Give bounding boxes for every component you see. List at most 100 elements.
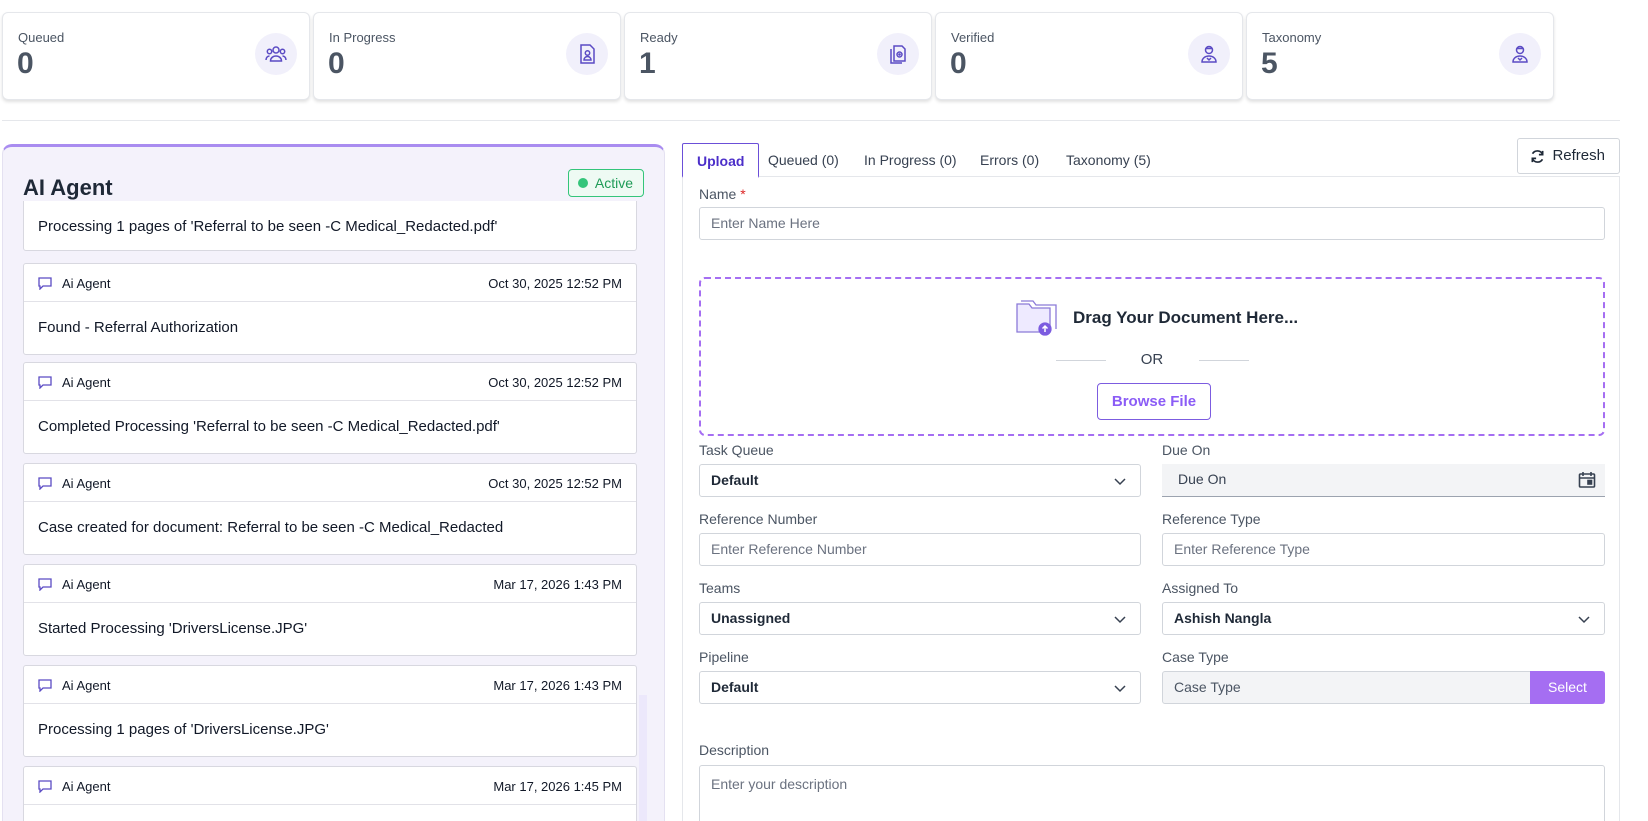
chat-icon [38,277,52,290]
reference-type-input[interactable]: Enter Reference Type [1162,533,1605,566]
or-divider-right [1199,360,1249,361]
assigned-to-label: Assigned To [1162,580,1239,596]
stat-label: In Progress [329,30,396,45]
stat-card-in-progress[interactable]: In Progress 0 [313,12,621,100]
log-author: Ai Agent [62,276,111,291]
stat-value: 0 [17,47,34,80]
refresh-label: Refresh [1552,147,1605,164]
log-author: Ai Agent [62,577,111,592]
log-message: Processing 1 pages of 'DriversLicense.JP… [38,721,329,738]
status-dot-icon [577,178,588,188]
due-on-label: Due On [1162,442,1211,458]
case-type-input[interactable]: Case Type [1162,671,1531,704]
log-timestamp: Mar 17, 2026 1:43 PM [493,678,622,693]
tab-upload[interactable]: Upload [682,143,760,178]
log-timestamp: Mar 17, 2026 1:43 PM [493,577,622,592]
reference-type-label: Reference Type [1162,511,1261,527]
doctor-icon [1188,33,1230,75]
list-item: Ai Agent Mar 17, 2026 1:43 PM Processing… [23,665,637,757]
log-message: Found - Referral Authorization [38,319,239,336]
pipeline-label: Pipeline [699,649,749,665]
stat-value: 5 [1261,47,1278,80]
stat-card-verified[interactable]: Verified 0 [935,12,1243,100]
or-text: OR [1140,351,1164,368]
log-timestamp: Oct 30, 2025 12:52 PM [488,476,622,491]
tab-taxonomy[interactable]: Taxonomy (5) [1066,143,1151,177]
stat-value: 0 [328,47,345,80]
tab-errors[interactable]: Errors (0) [980,143,1039,177]
task-queue-label: Task Queue [699,442,774,458]
assigned-to-select[interactable]: Ashish Nangla [1162,602,1605,635]
chat-icon [38,477,52,490]
refresh-button[interactable]: Refresh [1517,138,1620,174]
list-item: Ai Agent Oct 30, 2025 12:52 PM Case crea… [23,463,637,555]
stat-card-ready[interactable]: Ready 1 [624,12,932,100]
document-user-icon [566,33,608,75]
chevron-down-icon [1114,685,1126,693]
ai-agent-panel: AI Agent Active Processing 1 pages of 'R… [2,144,665,821]
stat-label: Ready [640,30,678,45]
teams-label: Teams [699,580,741,596]
upload-form: Name * Enter Name Here Drag Your Documen… [682,176,1620,821]
status-badge: Active [567,169,644,197]
name-input[interactable]: Enter Name Here [699,207,1605,240]
stat-card-taxonomy[interactable]: Taxonomy 5 [1246,12,1554,100]
log-author: Ai Agent [62,779,111,794]
calendar-icon[interactable] [1577,470,1597,490]
log-timestamp: Oct 30, 2025 12:52 PM [488,276,622,291]
document-dropzone[interactable]: Drag Your Document Here... OR Browse Fil… [699,277,1605,436]
chat-icon [38,578,52,591]
log-author: Ai Agent [62,476,111,491]
scrollbar[interactable] [639,695,647,821]
description-textarea[interactable]: Enter your description [699,765,1605,821]
stat-card-queued[interactable]: Queued 0 [2,12,310,100]
chevron-down-icon [1578,616,1590,624]
description-label: Description [699,742,770,758]
agent-title: AI Agent [23,175,113,200]
due-on-placeholder: Due On [1178,471,1227,487]
log-timestamp: Mar 17, 2026 1:45 PM [493,779,622,794]
log-message: Processing 1 pages of 'Referral to be se… [38,218,498,235]
reference-number-label: Reference Number [699,511,818,527]
users-icon [255,33,297,75]
reference-number-input[interactable]: Enter Reference Number [699,533,1141,566]
list-item: Ai Agent Mar 17, 2026 1:43 PM Started Pr… [23,564,637,656]
tab-bar: Upload Queued (0) In Progress (0) Errors… [682,143,1620,178]
name-label: Name * [699,186,746,202]
activity-log[interactable]: Processing 1 pages of 'Referral to be se… [23,201,637,821]
teams-select[interactable]: Unassigned [699,602,1141,635]
folder-upload-icon [1016,300,1057,336]
tab-queued[interactable]: Queued (0) [768,143,839,177]
name-label-text: Name [699,186,737,202]
drop-title: Drag Your Document Here... [1073,308,1299,327]
task-queue-select[interactable]: Default [699,464,1141,497]
required-marker: * [740,186,746,202]
chat-icon [38,679,52,692]
teams-value: Unassigned [711,610,791,626]
stats-row: Queued 0 In Progress 0 Ready 1 Verified … [2,12,1620,100]
chevron-down-icon [1114,478,1126,486]
log-timestamp: Oct 30, 2025 12:52 PM [488,375,622,390]
log-message: Case created for document: Referral to b… [38,519,504,536]
log-author: Ai Agent [62,375,111,390]
log-message: Started Processing 'DriversLicense.JPG' [38,620,308,637]
refresh-icon [1531,150,1544,163]
divider [2,120,1620,121]
stat-value: 0 [950,47,967,80]
stat-label: Queued [18,30,65,45]
list-item: Processing 1 pages of 'Referral to be se… [23,201,637,251]
assigned-to-value: Ashish Nangla [1174,610,1272,626]
browse-file-button[interactable]: Browse File [1097,383,1211,420]
log-author: Ai Agent [62,678,111,693]
status-badge-label: Active [594,175,633,191]
case-type-select-button[interactable]: Select [1530,671,1605,704]
doctor-icon [1499,33,1541,75]
list-item: Ai Agent Oct 30, 2025 12:52 PM Found - R… [23,263,637,355]
list-item: Ai Agent Mar 17, 2026 1:45 PM [23,766,637,821]
pipeline-select[interactable]: Default [699,671,1141,704]
task-queue-value: Default [711,472,759,488]
stat-label: Verified [951,30,995,45]
chat-icon [38,376,52,389]
due-on-input[interactable]: Due On [1162,464,1605,497]
tab-in-progress[interactable]: In Progress (0) [864,143,957,177]
